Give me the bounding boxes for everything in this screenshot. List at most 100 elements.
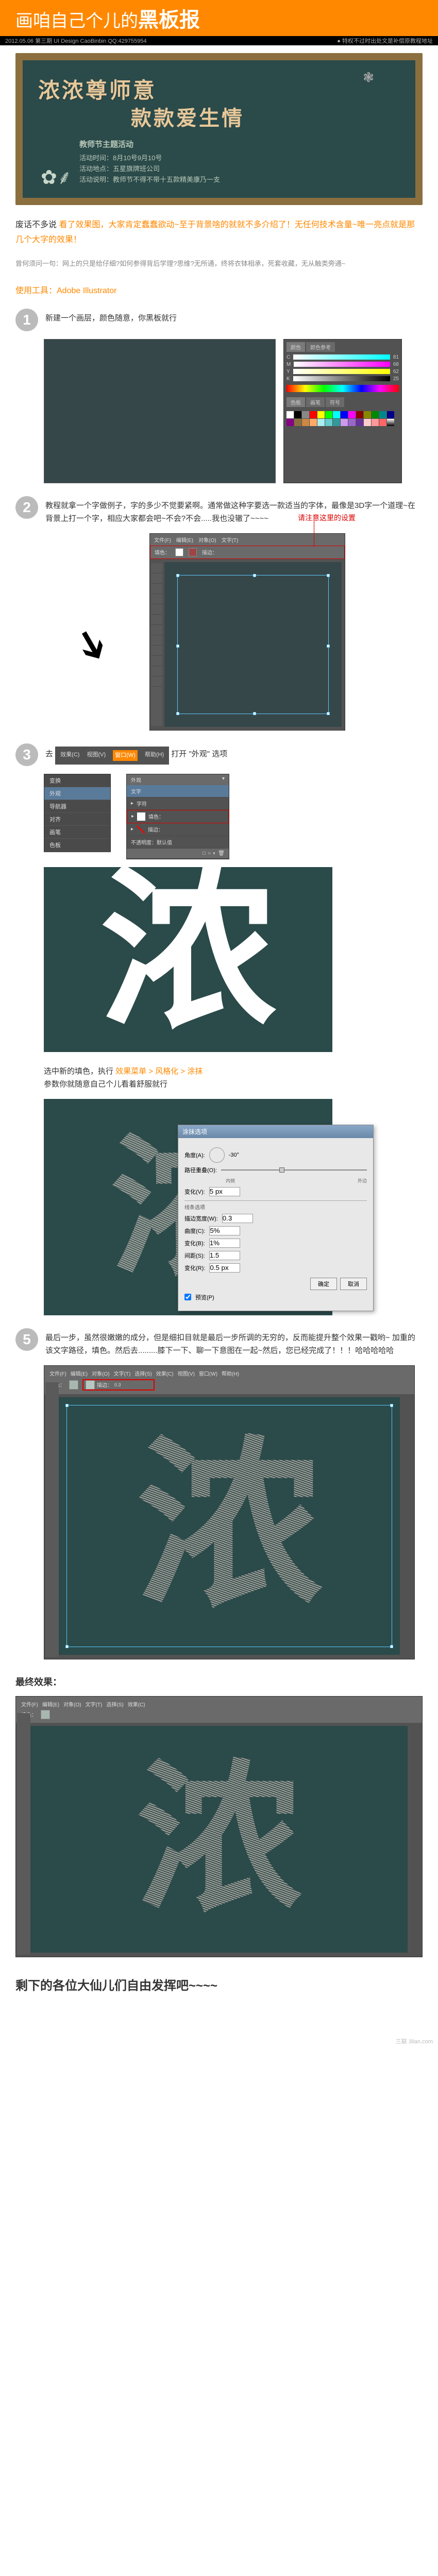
appearance-row-fill[interactable]: ▸ 填色： [127, 810, 229, 823]
preview-checkbox[interactable] [184, 1294, 191, 1300]
info-title: 教师节主题活动 [79, 139, 400, 151]
final-ai-window: 文件(F)编辑(E)对象(O)文字(T)选择(S)效果(C)视图(V)窗口(W)… [44, 1365, 415, 1659]
step-number-5: 5 [15, 1328, 38, 1351]
panel-tab-brush[interactable]: 画笔 [306, 397, 325, 407]
step3-b: 打开 "外观" 选项 [171, 750, 227, 758]
scribble-dialog: 涂抹选项 角度(A):-30° 路径重叠(O): 内侧外边 变化(V): 线条选… [178, 1125, 374, 1311]
overlap-slider[interactable] [221, 1170, 367, 1171]
step4-b: 效果菜单 > 风格化 > 涂抹 [115, 1067, 203, 1076]
slider-k: K [287, 376, 290, 382]
slider-c: C [287, 354, 290, 360]
callout-step2: 请注意这里的设置 [298, 513, 356, 523]
ai-window-step2: 文件(F) 编辑(E) 对象(O) 文字(T) 填色： 描边： [149, 533, 345, 731]
swatch-grid[interactable] [287, 411, 399, 426]
ai-tool-sidebar[interactable] [151, 563, 162, 726]
dropdown-transform[interactable]: 变换 [44, 774, 110, 787]
final-canvas[interactable]: 浓 [59, 1397, 400, 1655]
closing-text: 剩下的各位大仙儿们自由发挥吧~~~~ [15, 1975, 423, 1993]
final-result-label: 最终效果： [15, 1675, 423, 1688]
panel-tab-color[interactable]: 颜色 [287, 342, 305, 352]
dialog-title: 涂抹选项 [178, 1125, 373, 1138]
stroke-callout: 描边： 0.3 [82, 1379, 155, 1391]
ai-toolbar: 文件(F) 编辑(E) 对象(O) 文字(T) [150, 534, 345, 546]
intro-1a: 废话不多说 [15, 221, 59, 229]
menu-view[interactable]: 视图(V) [87, 750, 106, 761]
final-result-sidebar[interactable] [17, 1713, 30, 1955]
dropdown-swatch[interactable]: 色板 [44, 839, 110, 852]
step-3: 3 去 效果(C) 视图(V) 窗口(W) 帮助(H) 打开 "外观" 选项 变… [15, 743, 423, 1052]
stroke-label: 描边： [202, 548, 217, 556]
step-number-1: 1 [15, 309, 38, 331]
toolbar-object[interactable]: 对象(O) [198, 536, 216, 544]
fill-color-swatch[interactable] [137, 812, 145, 821]
intro-1b: 看了效果图，大家肯定蠢蠢欲动~至于背景啥的就就不多介绍了！无任何技术含量~唯一亮… [15, 221, 415, 244]
blackboard-preview: ❃ 浓浓尊师意 款款爱生情 ✿⸙ 教师节主题活动 活动时间：8月10号9月10号… [15, 53, 423, 205]
window-dropdown: 变换 外观 导航器 对齐 画笔 色板 [44, 774, 111, 852]
angle-dial[interactable] [209, 1147, 225, 1163]
final-result-char: 浓 [137, 1757, 301, 1922]
info-line1: 活动时间：8月10号9月10号 [79, 153, 400, 164]
blackboard-line1: 浓浓尊师意 [38, 73, 400, 105]
flower-icon: ✿⸙ [41, 163, 72, 190]
final-char: 浓 [137, 1433, 322, 1619]
watermark: 三联 3lian.com [0, 2035, 438, 2048]
step-1: 1 新建一个画层，颜色随意，你黑板就行 颜色 颜色参考 C81 M68 Y62 … [15, 309, 423, 483]
color-panel: 颜色 颜色参考 C81 M68 Y62 K25 色板 画笔 符号 [283, 339, 402, 483]
stroke-swatch[interactable] [189, 548, 197, 556]
cancel-button[interactable]: 取消 [340, 1278, 367, 1290]
blackboard-decoration: ❃ [363, 70, 374, 86]
spacing-input[interactable] [209, 1251, 240, 1260]
toolbar-type[interactable]: 文字(T) [222, 536, 239, 544]
step-number-2: 2 [15, 496, 38, 519]
dropdown-navigator[interactable]: 导航器 [44, 800, 110, 813]
step-3-text: 去 效果(C) 视图(V) 窗口(W) 帮助(H) 打开 "外观" 选项 [45, 743, 423, 765]
step-1-text: 新建一个画层，颜色随意，你黑板就行 [45, 309, 423, 325]
panel-tab-symbol[interactable]: 符号 [326, 397, 344, 407]
final-menubar: 文件(F)编辑(E)对象(O)文字(T)选择(S)效果(C)视图(V)窗口(W)… [47, 1368, 412, 1378]
panel-tab-guide[interactable]: 颜色参考 [306, 342, 335, 352]
title-prefix: 画咱自己个儿的 [15, 11, 138, 31]
appearance-row-stroke[interactable]: ▸ 描边： [127, 823, 229, 836]
ok-button[interactable]: 确定 [310, 1278, 337, 1290]
appearance-subtitle: 文字 [131, 787, 141, 795]
step-number-3: 3 [15, 743, 38, 766]
spacing-var-input[interactable] [209, 1263, 240, 1273]
title-bold: 黑板报 [138, 9, 200, 31]
menu-window[interactable]: 窗口(W) [113, 750, 138, 761]
appearance-panel: 外观 ▾ 文字 ▸字符 ▸ 填色： ▸ 描边： [126, 774, 229, 859]
dropdown-appearance[interactable]: 外观 [44, 787, 110, 800]
intro-paragraph-1: 废话不多说 看了效果图，大家肯定蠢蠢欲动~至于背景啥的就就不多介绍了！无任何技术… [15, 218, 423, 248]
dropdown-align[interactable]: 对齐 [44, 813, 110, 826]
final-result-canvas[interactable]: 浓 [30, 1726, 408, 1953]
blackboard-info: 教师节主题活动 活动时间：8月10号9月10号 活动地点：五星旗牌班公司 活动说… [79, 139, 400, 185]
ai-canvas-step2[interactable] [164, 562, 342, 727]
meta-bar: 2012.05.06 第三期 UI Design CaoBinbin QQ:42… [0, 36, 438, 45]
meta-left: 2012.05.06 第三期 UI Design CaoBinbin QQ:42… [5, 37, 147, 45]
final-result-window: 文件(F)编辑(E)对象(O)文字(T)选择(S)效果(C) 填色： 浓 [15, 1696, 423, 1957]
menu-help[interactable]: 帮助(H) [145, 750, 164, 761]
curviness-input[interactable] [209, 1226, 240, 1235]
variation-input[interactable] [209, 1187, 240, 1196]
panel-menu-icon[interactable]: ▾ [222, 776, 225, 784]
intro-paragraph-2: 曾何须问一句：网上的只是给仔细?如何参得背后学理?思维?无所通，终将衣钵相承，死… [15, 258, 423, 268]
curv-var-input[interactable] [209, 1239, 240, 1248]
menu-effect[interactable]: 效果(C) [60, 750, 79, 761]
appearance-row-opacity[interactable]: 不透明度：默认值 [127, 836, 229, 849]
dropdown-brush[interactable]: 画笔 [44, 826, 110, 839]
info-line3: 活动说明：教师节不得不带十五款精美康乃一支 [79, 175, 400, 185]
toolbar-file[interactable]: 文件(F) [154, 536, 171, 544]
stroke-width-input[interactable] [222, 1214, 253, 1223]
menu-bar-screenshot: 效果(C) 视图(V) 窗口(W) 帮助(H) [55, 747, 169, 765]
stroke-swatch-2[interactable] [86, 1380, 95, 1389]
fill-swatch-2[interactable] [69, 1380, 78, 1389]
final-tool-sidebar[interactable] [45, 1382, 59, 1657]
toolbar-edit[interactable]: 编辑(E) [176, 536, 193, 544]
content-area: ❃ 浓浓尊师意 款款爱生情 ✿⸙ 教师节主题活动 活动时间：8月10号9月10号… [0, 45, 438, 2035]
fill-swatch-3[interactable] [41, 1710, 50, 1719]
slider-y: Y [287, 369, 290, 375]
stroke-none-swatch[interactable] [137, 825, 145, 834]
panel-tab-swatch[interactable]: 色板 [287, 397, 305, 407]
fill-swatch[interactable] [175, 548, 183, 556]
selection-box [177, 575, 329, 714]
appearance-row-char[interactable]: ▸字符 [127, 798, 229, 810]
